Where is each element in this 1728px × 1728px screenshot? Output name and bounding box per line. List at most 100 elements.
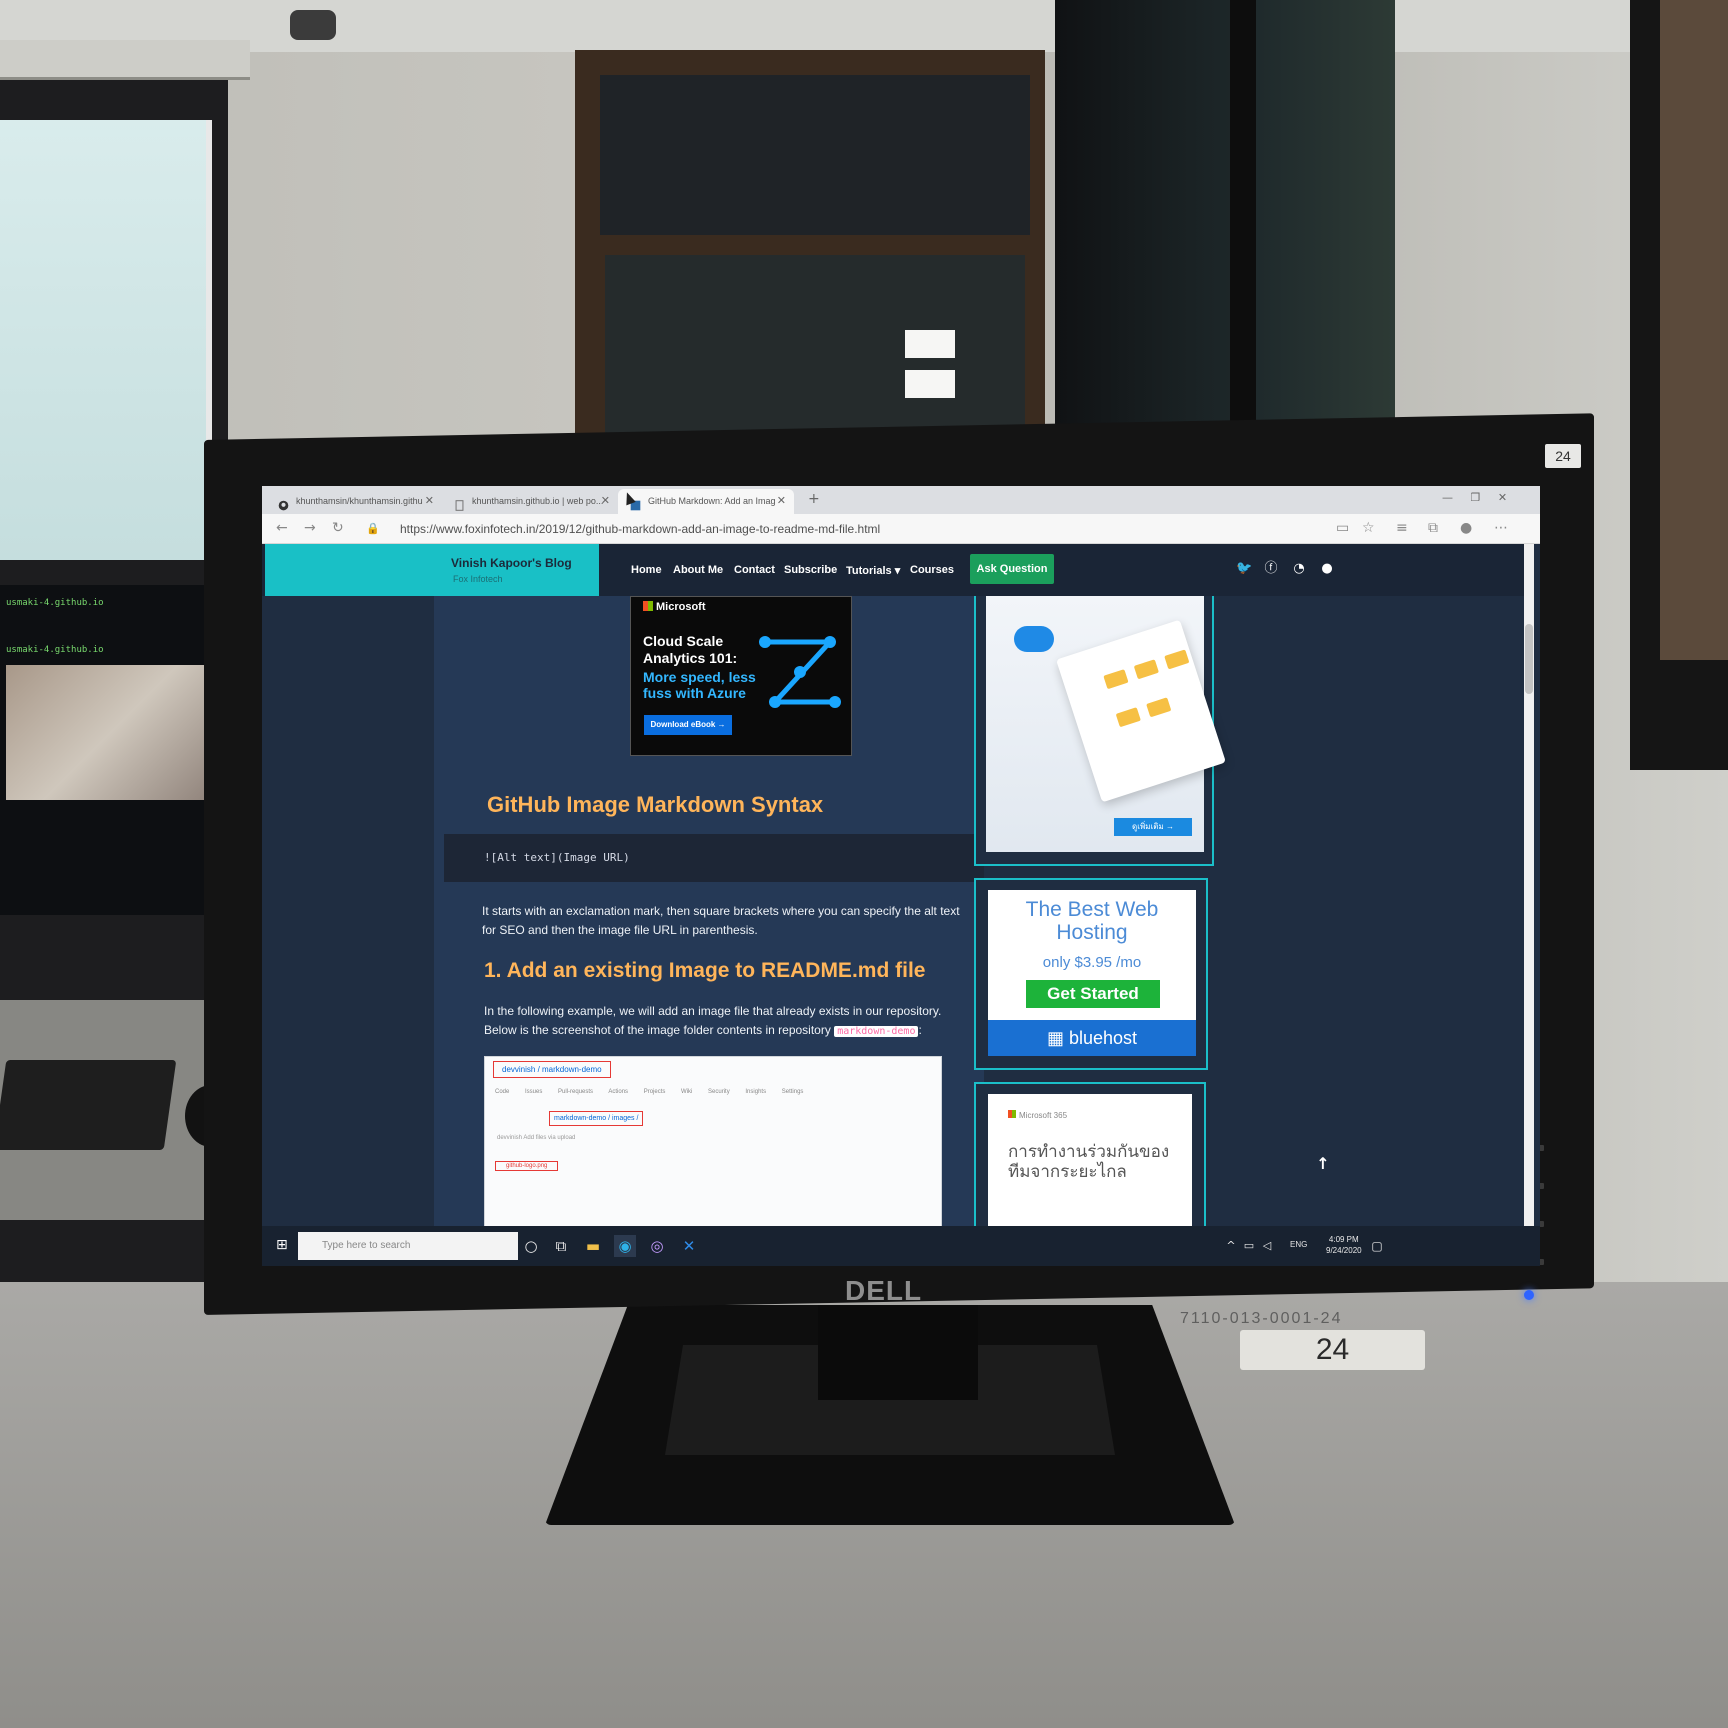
volume-icon[interactable]: ◁ — [1256, 1235, 1278, 1257]
screenshot-repo-tabs: Code Issues Pull-requests Actions Projec… — [495, 1089, 804, 1095]
microsoft365-label-text: Microsoft 365 — [1019, 1111, 1068, 1120]
bluehost-price: only $3.95 /mo — [1042, 954, 1142, 971]
screenshot-commit-row: devvinish Add files via upload — [497, 1135, 576, 1141]
cortana-icon[interactable]: ○ — [520, 1235, 542, 1257]
back-icon[interactable]: ← — [276, 520, 288, 536]
close-window-icon[interactable]: ✕ — [1498, 491, 1507, 504]
forward-icon[interactable]: → — [304, 520, 316, 536]
learn-more-button[interactable]: ดูเพิ่มเติม → — [1114, 818, 1192, 836]
onedrive-ad-image: ดูเพิ่มเติม → — [986, 596, 1226, 852]
ask-question-button[interactable]: Ask Question — [970, 554, 1054, 584]
scrollbar-thumb[interactable] — [1525, 624, 1533, 694]
power-led — [1524, 1290, 1534, 1300]
z-graphic-icon — [759, 636, 841, 708]
microsoft-ad[interactable]: Microsoft Cloud Scale Analytics 101: Mor… — [630, 596, 852, 756]
close-tab-icon[interactable]: ✕ — [601, 489, 610, 514]
download-ebook-button[interactable]: Download eBook → — [644, 715, 732, 735]
nav-about-me[interactable]: About Me — [673, 564, 723, 576]
desk-number-sticker: 24 — [1240, 1330, 1425, 1370]
microsoft-logo: Microsoft — [643, 601, 706, 613]
folder-icon — [1103, 669, 1129, 690]
new-tab-button[interactable]: + — [808, 491, 820, 507]
grid-logo-icon: ▦ — [1046, 1028, 1069, 1048]
scroll-to-top-icon[interactable]: ↑ — [1312, 1154, 1334, 1176]
folder-window-graphic — [1056, 619, 1226, 803]
favorites-list-icon[interactable]: ≡ — [1396, 520, 1408, 536]
article-heading: GitHub Image Markdown Syntax — [487, 792, 824, 817]
favorite-star-icon[interactable]: ☆ — [1362, 520, 1375, 536]
close-tab-icon[interactable]: ✕ — [425, 489, 434, 514]
screenshot-path: markdown-demo / images / — [549, 1111, 644, 1126]
bluehost-brand-bar: ▦ bluehost — [988, 1020, 1196, 1056]
notification-icon[interactable]: ▢ — [1366, 1235, 1388, 1257]
microsoft365-label: Microsoft 365 — [1008, 1110, 1067, 1120]
browser-tab[interactable]: khunthamsin/khunthamsin.githu ✕ — [266, 489, 442, 514]
nav-courses[interactable]: Courses — [910, 564, 954, 576]
neighbor-screen-photo — [6, 665, 216, 800]
glass-door — [1055, 0, 1395, 440]
window-controls: — ❐ ✕ — [1442, 491, 1507, 504]
bluehost-brand: bluehost — [1068, 1028, 1138, 1048]
url-field[interactable]: https://www.foxinfotech.in/2019/12/githu… — [400, 522, 880, 536]
nav-home[interactable]: Home — [631, 564, 662, 576]
projector-screen-housing — [0, 40, 250, 80]
security-camera — [290, 10, 336, 40]
reading-view-icon[interactable]: ▭ — [1336, 520, 1349, 536]
browser-tab-bar: khunthamsin/khunthamsin.githu ✕ khuntham… — [262, 486, 1540, 514]
bluehost-ad[interactable]: The Best Web Hosting only $3.95 /mo Get … — [974, 878, 1208, 1070]
onedrive-ad[interactable]: ดูเพิ่มเติม → — [974, 596, 1226, 866]
site-subtitle: Fox Infotech — [453, 574, 503, 584]
right-wall-panel-wood — [1660, 0, 1728, 660]
minimize-icon[interactable]: — — [1442, 491, 1453, 504]
get-started-button[interactable]: Get Started — [1026, 980, 1160, 1008]
monitor-number-label: 24 — [1545, 444, 1581, 468]
refresh-icon[interactable]: ↻ — [332, 520, 344, 536]
nav-tutorials[interactable]: Tutorials ▾ — [846, 564, 900, 577]
edge-icon[interactable]: ◉ — [614, 1235, 636, 1257]
browser-tab[interactable]: khunthamsin.github.io | web po... ✕ — [442, 489, 618, 514]
code-text: ![Alt text](Image URL) — [484, 851, 630, 864]
dell-logo: DELL — [845, 1275, 923, 1306]
windows-logo-icon — [1008, 1110, 1016, 1118]
facebook-icon[interactable]: ⓕ — [1264, 562, 1278, 576]
taskbar-search-box[interactable]: Type here to search — [298, 1232, 518, 1260]
file-explorer-icon[interactable]: ▬ — [582, 1235, 604, 1257]
language-indicator[interactable]: ENG — [1290, 1240, 1307, 1249]
task-view-icon[interactable]: ⧉ — [550, 1235, 572, 1257]
site-brand[interactable]: Vinish Kapoor's Blog Fox Infotech — [265, 544, 599, 596]
windows-start-icon[interactable]: ⊞ — [276, 1237, 292, 1253]
folder-icon — [1115, 707, 1141, 728]
ad-subtitle: More speed, less fuss with Azure — [643, 669, 756, 701]
browser-tab-title: khunthamsin.github.io | web po... — [472, 496, 604, 506]
clock-date: 9/24/2020 — [1326, 1246, 1362, 1255]
ceiling — [0, 0, 1728, 52]
profile-icon[interactable]: ● — [1460, 520, 1472, 536]
nav-subscribe[interactable]: Subscribe — [784, 564, 837, 576]
vscode-icon[interactable]: ✕ — [678, 1235, 700, 1257]
nav-contact[interactable]: Contact — [734, 564, 775, 576]
page-icon — [454, 496, 465, 511]
more-icon[interactable]: ⋯ — [1494, 520, 1508, 536]
clock-time: 4:09 PM — [1328, 1235, 1359, 1244]
screenshot-repo-name: devvinish / markdown-demo — [493, 1061, 611, 1078]
article-subheading: 1. Add an existing Image to README.md fi… — [484, 959, 926, 982]
maximize-icon[interactable]: ❐ — [1470, 491, 1480, 504]
app-icon[interactable]: ◎ — [646, 1235, 668, 1257]
microsoft365-headline: การทำงานร่วมกันของทีมจากระยะไกล — [1008, 1142, 1170, 1182]
window-upper-pane — [600, 75, 1030, 235]
rss-icon[interactable]: ◔ — [1292, 562, 1306, 576]
taskbar-clock[interactable]: 4:09 PM 9/24/2020 — [1326, 1234, 1362, 1256]
monitor-neck — [818, 1305, 978, 1400]
collections-icon[interactable]: ⧉ — [1428, 520, 1438, 536]
site-header: Vinish Kapoor's Blog Fox Infotech Home A… — [262, 544, 1524, 596]
article-paragraph: It starts with an exclamation mark, then… — [482, 904, 960, 937]
github-icon[interactable]: ● — [1320, 562, 1334, 576]
browser-tab-active[interactable]: GitHub Markdown: Add an Imag ✕ — [618, 489, 794, 514]
site-title: Vinish Kapoor's Blog — [451, 556, 572, 570]
windows-taskbar: ⊞ Type here to search ○ ⧉ ▬ ◉ ◎ ✕ ^ ▭ ◁ … — [262, 1226, 1540, 1266]
twitter-icon[interactable]: 🐦 — [1236, 562, 1252, 576]
bluehost-title: The Best Web Hosting — [1025, 898, 1159, 944]
folder-icon — [1164, 649, 1190, 670]
close-tab-icon[interactable]: ✕ — [777, 489, 786, 514]
bluehost-card: The Best Web Hosting only $3.95 /mo Get … — [988, 890, 1196, 1056]
